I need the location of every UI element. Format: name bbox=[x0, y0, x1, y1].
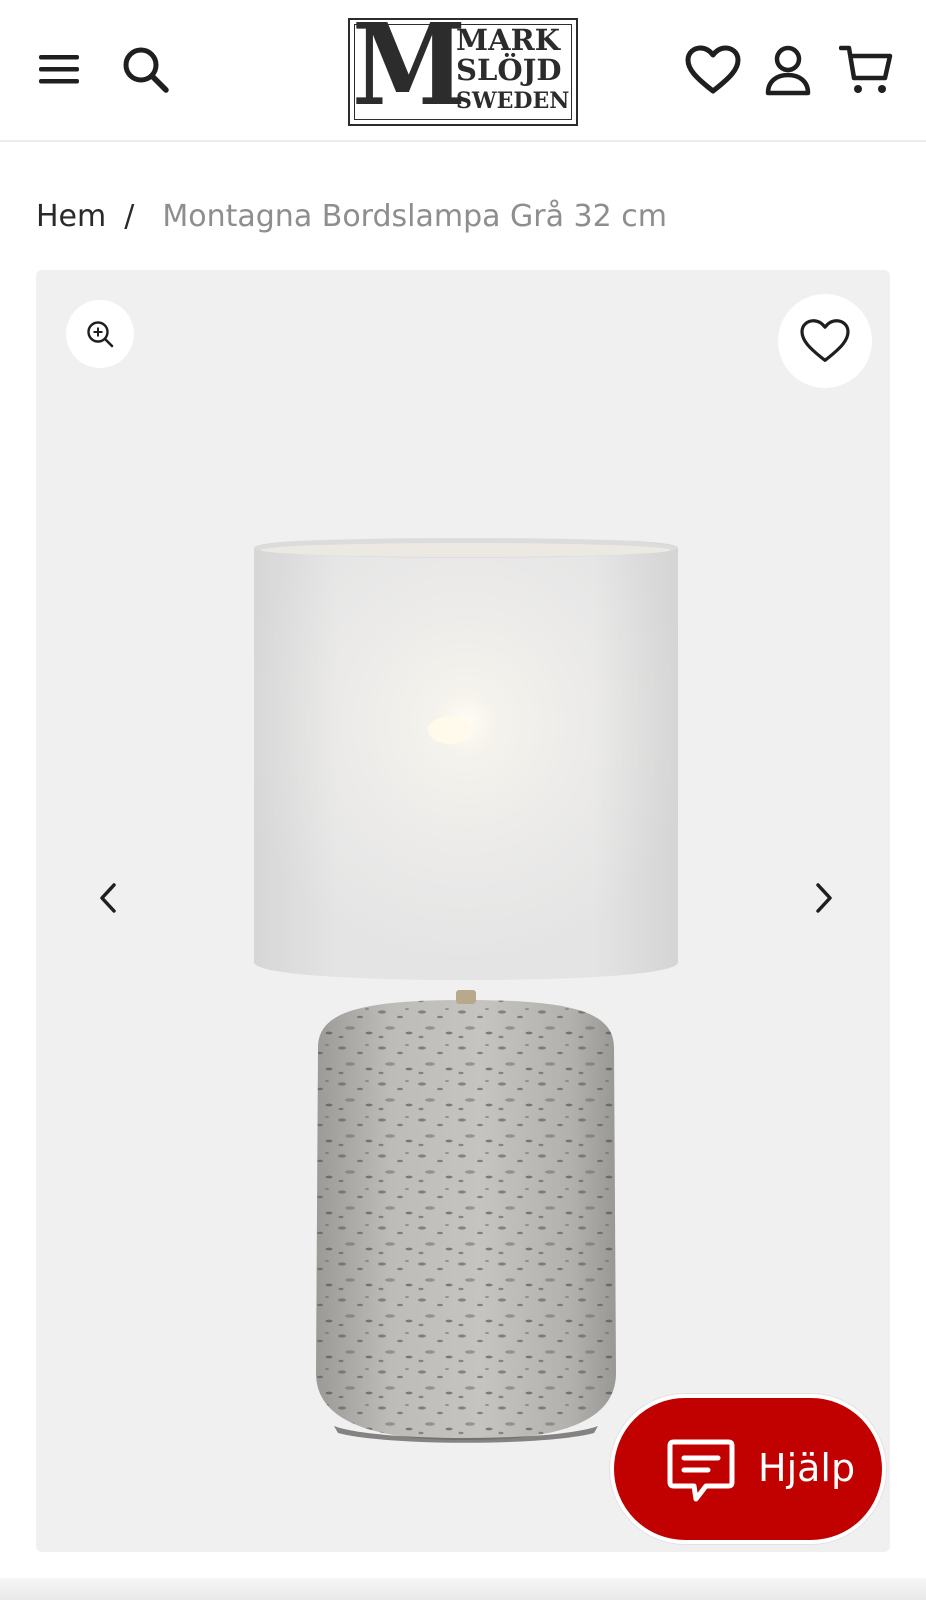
chat-icon bbox=[667, 1439, 735, 1502]
user-icon bbox=[765, 45, 811, 96]
logo-line-3: SWEDEN bbox=[456, 88, 570, 114]
bottom-bar-edge bbox=[0, 1578, 926, 1600]
product-gallery bbox=[36, 270, 890, 1552]
account-button[interactable] bbox=[760, 38, 816, 102]
zoom-in-icon bbox=[87, 321, 114, 348]
heart-icon bbox=[685, 45, 741, 94]
help-label: Hjälp bbox=[758, 1446, 856, 1490]
breadcrumb: Hem / Montagna Bordslampa Grå 32 cm bbox=[36, 196, 667, 236]
favorite-button[interactable] bbox=[778, 294, 872, 388]
cart-button[interactable] bbox=[834, 38, 898, 102]
heart-icon bbox=[800, 319, 850, 362]
search-icon bbox=[123, 47, 169, 93]
search-button[interactable] bbox=[116, 40, 176, 100]
previous-image-button[interactable] bbox=[80, 870, 136, 926]
product-image[interactable] bbox=[216, 538, 716, 1478]
chevron-right-icon bbox=[816, 883, 832, 913]
wishlist-button[interactable] bbox=[680, 38, 746, 102]
menu-button[interactable] bbox=[30, 40, 88, 98]
site-header: M MARK SLÖJD SWEDEN bbox=[0, 0, 926, 142]
logo-letter: M bbox=[352, 0, 466, 131]
help-chat-button[interactable]: Hjälp bbox=[610, 1394, 886, 1544]
breadcrumb-home-link[interactable]: Hem bbox=[36, 199, 106, 234]
logo-line-2: SLÖJD bbox=[456, 53, 562, 87]
chevron-left-icon bbox=[100, 883, 116, 913]
breadcrumb-separator: / bbox=[124, 198, 135, 234]
logo-line-1: MARK bbox=[456, 23, 560, 57]
zoom-button[interactable] bbox=[66, 300, 134, 368]
menu-icon bbox=[39, 55, 79, 84]
brand-logo[interactable]: M MARK SLÖJD SWEDEN bbox=[348, 10, 578, 126]
cart-icon bbox=[839, 45, 893, 93]
next-image-button[interactable] bbox=[796, 870, 852, 926]
breadcrumb-current: Montagna Bordslampa Grå 32 cm bbox=[162, 198, 667, 234]
